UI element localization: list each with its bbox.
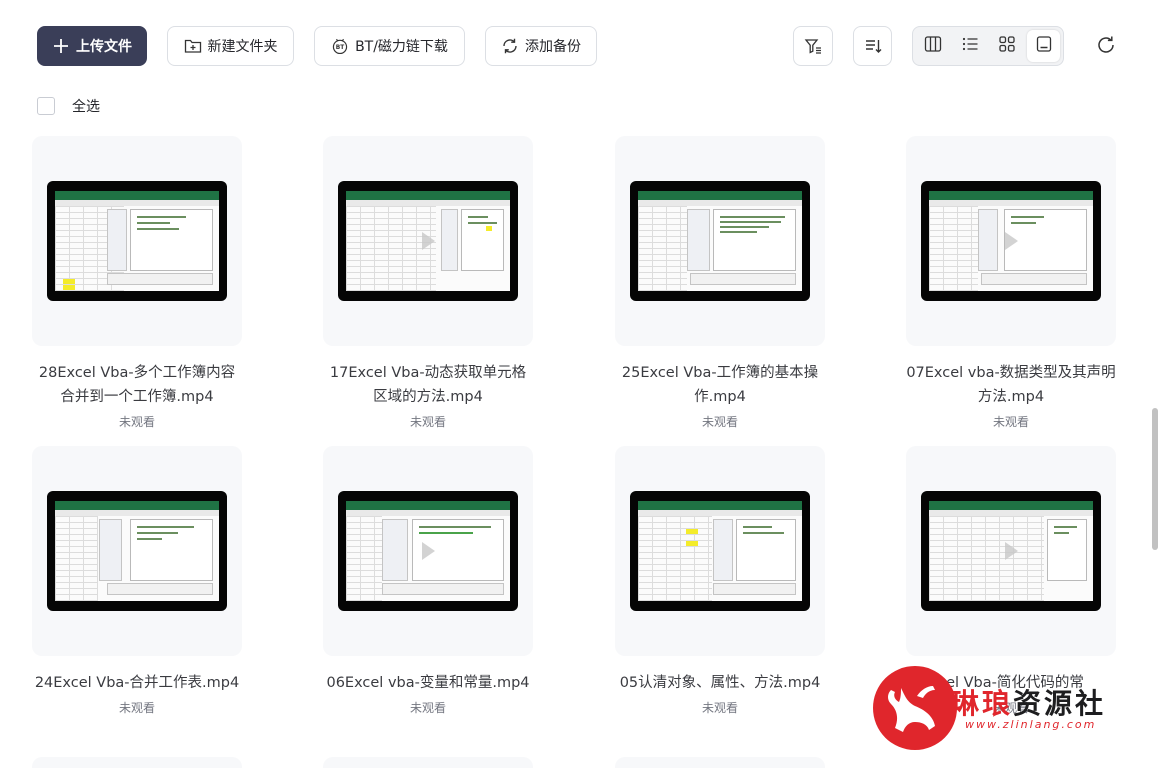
file-thumbnail-box[interactable] bbox=[906, 446, 1116, 656]
list-icon bbox=[961, 35, 979, 57]
file-card[interactable]: 06Excel vba-变量和常量.mp4 未观看 bbox=[323, 446, 533, 716]
file-thumbnail-box[interactable] bbox=[323, 136, 533, 346]
refresh-button[interactable] bbox=[1095, 34, 1117, 56]
watermark-logo bbox=[873, 666, 957, 750]
grid-icon bbox=[998, 35, 1016, 57]
add-backup-label: 添加备份 bbox=[525, 39, 581, 55]
file-name[interactable]: 28Excel Vba-多个工作簿内容合并到一个工作簿.mp4 bbox=[32, 361, 242, 409]
svg-text:BT: BT bbox=[336, 45, 344, 51]
video-thumbnail bbox=[921, 491, 1101, 611]
file-card[interactable]: 17Excel Vba-动态获取单元格区域的方法.mp4 未观看 bbox=[323, 136, 533, 430]
play-icon bbox=[1005, 232, 1018, 250]
sync-icon bbox=[501, 37, 519, 55]
watermark: 琳琅资源社 www.zlinlang.com bbox=[873, 664, 1143, 752]
filter-icon bbox=[804, 37, 822, 55]
file-card[interactable]: 25Excel Vba-工作簿的基本操作.mp4 未观看 bbox=[615, 136, 825, 430]
play-icon bbox=[422, 232, 435, 250]
video-thumbnail bbox=[47, 491, 227, 611]
file-card[interactable]: 24Excel Vba-合并工作表.mp4 未观看 bbox=[32, 446, 242, 716]
video-thumbnail bbox=[630, 181, 810, 301]
file-thumbnail-box[interactable] bbox=[32, 446, 242, 656]
bt-magnet-download-button[interactable]: BT BT/磁力链下载 bbox=[314, 26, 465, 66]
video-thumbnail bbox=[921, 181, 1101, 301]
file-name[interactable]: 05认清对象、属性、方法.mp4 bbox=[615, 671, 825, 695]
toolbar: 上传文件 新建文件夹 BT BT/磁力链下载 添加备份 bbox=[37, 26, 1159, 66]
file-thumbnail-box[interactable] bbox=[615, 446, 825, 656]
select-all-checkbox[interactable] bbox=[37, 97, 55, 115]
view-columns-button[interactable] bbox=[916, 30, 949, 62]
watermark-url: www.zlinlang.com bbox=[965, 718, 1097, 731]
columns-icon bbox=[924, 35, 942, 57]
video-thumbnail bbox=[47, 181, 227, 301]
file-card[interactable]: 28Excel Vba-多个工作簿内容合并到一个工作簿.mp4 未观看 bbox=[32, 136, 242, 430]
view-grid-button[interactable] bbox=[990, 30, 1023, 62]
play-icon bbox=[422, 542, 435, 560]
view-list-button[interactable] bbox=[953, 30, 986, 62]
add-backup-button[interactable]: 添加备份 bbox=[485, 26, 597, 66]
file-card-partial[interactable] bbox=[323, 757, 533, 768]
bt-icon: BT bbox=[331, 37, 349, 55]
file-thumbnail-box[interactable] bbox=[615, 136, 825, 346]
file-name[interactable]: 24Excel Vba-合并工作表.mp4 bbox=[32, 671, 242, 695]
watch-status: 未观看 bbox=[409, 415, 446, 429]
watch-status: 未观看 bbox=[701, 701, 738, 715]
file-name[interactable]: 06Excel vba-变量和常量.mp4 bbox=[323, 671, 533, 695]
file-thumbnail-box[interactable] bbox=[323, 446, 533, 656]
file-name[interactable]: 25Excel Vba-工作簿的基本操作.mp4 bbox=[615, 361, 825, 409]
sort-button[interactable] bbox=[853, 26, 892, 66]
watermark-text: 琳琅资源社 bbox=[951, 687, 1107, 720]
video-thumbnail bbox=[338, 491, 518, 611]
upload-file-button[interactable]: 上传文件 bbox=[37, 26, 147, 66]
bt-magnet-download-label: BT/磁力链下载 bbox=[355, 39, 448, 55]
folder-plus-icon bbox=[184, 37, 202, 55]
watch-status: 未观看 bbox=[118, 701, 155, 715]
file-thumbnail-box[interactable] bbox=[906, 136, 1116, 346]
watch-status: 未观看 bbox=[409, 701, 446, 715]
filter-button[interactable] bbox=[793, 26, 833, 66]
select-all-label: 全选 bbox=[72, 99, 100, 115]
scrollbar-thumb[interactable] bbox=[1152, 408, 1158, 550]
upload-file-label: 上传文件 bbox=[76, 39, 132, 55]
watch-status: 未观看 bbox=[992, 415, 1029, 429]
new-folder-label: 新建文件夹 bbox=[207, 39, 278, 55]
play-icon bbox=[1005, 542, 1018, 560]
new-folder-button[interactable]: 新建文件夹 bbox=[167, 26, 294, 66]
scrollbar[interactable] bbox=[1151, 0, 1159, 768]
file-card-partial[interactable] bbox=[615, 757, 825, 768]
view-mode-switcher bbox=[912, 26, 1064, 66]
thumbnail-icon bbox=[1035, 35, 1053, 57]
deer-head-icon bbox=[888, 686, 935, 732]
video-thumbnail bbox=[630, 491, 810, 611]
file-thumbnail-box[interactable] bbox=[32, 136, 242, 346]
view-thumbnail-button[interactable] bbox=[1027, 30, 1060, 62]
watch-status: 未观看 bbox=[118, 415, 155, 429]
file-card-partial[interactable] bbox=[32, 757, 242, 768]
file-card[interactable]: 07Excel vba-数据类型及其声明方法.mp4 未观看 bbox=[906, 136, 1116, 430]
file-name[interactable]: 17Excel Vba-动态获取单元格区域的方法.mp4 bbox=[323, 361, 533, 409]
file-name[interactable]: 07Excel vba-数据类型及其声明方法.mp4 bbox=[906, 361, 1116, 409]
watch-status: 未观看 bbox=[701, 415, 738, 429]
file-card[interactable]: 05认清对象、属性、方法.mp4 未观看 bbox=[615, 446, 825, 716]
sort-icon bbox=[864, 37, 882, 55]
select-all: 全选 bbox=[37, 96, 100, 116]
refresh-icon bbox=[1095, 36, 1117, 60]
plus-icon bbox=[52, 37, 70, 55]
video-thumbnail bbox=[338, 181, 518, 301]
